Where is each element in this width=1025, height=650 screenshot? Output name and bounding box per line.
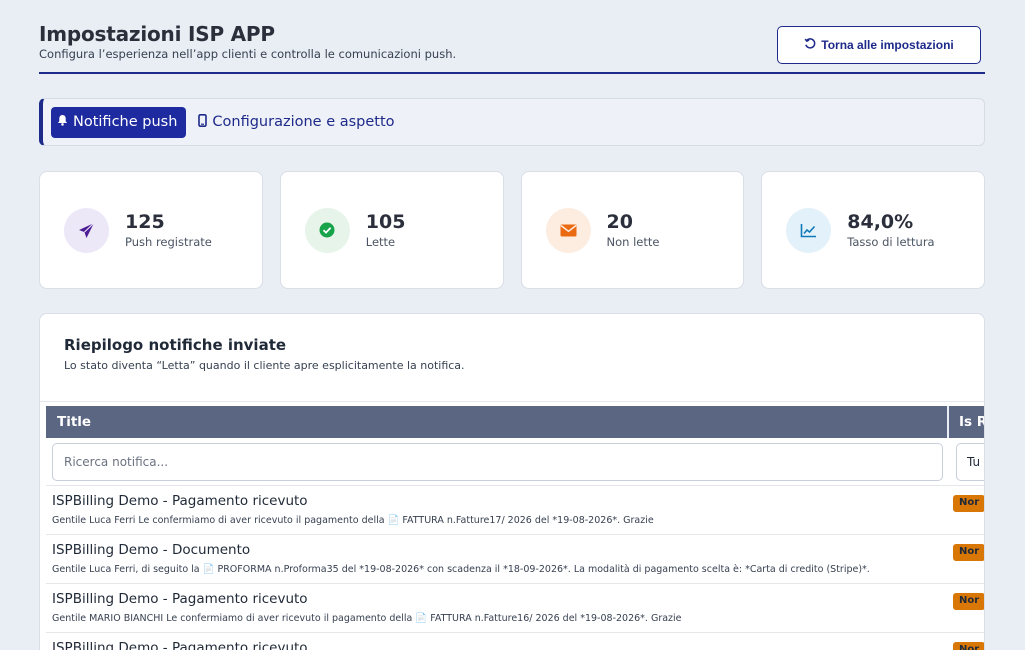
table-row[interactable]: ISPBilling Demo - Pagamento ricevuto Gen… bbox=[46, 584, 984, 633]
table-row[interactable]: ISPBilling Demo - Pagamento ricevuto Nor bbox=[46, 633, 984, 650]
notification-title: ISPBilling Demo - Pagamento ricevuto bbox=[52, 591, 308, 607]
stat-card-read: 105 Lette bbox=[279, 171, 504, 289]
bell-icon bbox=[57, 114, 68, 130]
stat-value: 105 bbox=[365, 211, 406, 233]
table-row[interactable]: ISPBilling Demo - Pagamento ricevuto Gen… bbox=[46, 486, 984, 535]
status-badge: Nor bbox=[953, 544, 984, 561]
rotate-left-icon bbox=[804, 37, 816, 53]
filter-row: Tu bbox=[46, 438, 984, 486]
status-badge: Nor bbox=[953, 495, 984, 512]
mobile-icon bbox=[198, 113, 208, 131]
stat-label: Non lette bbox=[606, 235, 660, 249]
stat-value: 125 bbox=[125, 211, 165, 233]
check-circle-icon bbox=[304, 207, 350, 253]
stat-value: 84,0% bbox=[847, 211, 914, 233]
stat-card-unread: 20 Non lette bbox=[520, 171, 745, 289]
notification-body: Gentile Luca Ferri, di seguito la 📄 PROF… bbox=[52, 564, 870, 575]
notifications-table: Title Is R Tu ISPBilling Demo - Pagament… bbox=[46, 406, 984, 650]
paper-plane-icon bbox=[64, 207, 109, 253]
envelope-icon bbox=[545, 207, 591, 253]
tabs-bar: Notifiche push Configurazione e aspetto bbox=[39, 98, 985, 146]
notification-title: ISPBilling Demo - Pagamento ricevuto bbox=[52, 640, 308, 650]
is-read-filter-select[interactable]: Tu bbox=[956, 442, 984, 481]
status-badge: Nor bbox=[953, 593, 984, 610]
back-to-settings-button[interactable]: Torna alle impostazioni bbox=[777, 26, 981, 64]
notification-body: Gentile Luca Ferri Le confermiamo di ave… bbox=[52, 515, 654, 526]
card-header: Riepilogo notifiche inviate Lo stato div… bbox=[40, 314, 984, 402]
stat-value: 20 bbox=[606, 211, 633, 233]
table-header: Title Is R bbox=[46, 406, 984, 438]
search-input[interactable] bbox=[52, 442, 943, 481]
page-header: Impostazioni ISP APP Configura l’esperie… bbox=[39, 22, 985, 74]
card-subtitle: Lo stato diventa “Letta” quando il clien… bbox=[64, 359, 465, 372]
stat-label: Push registrate bbox=[125, 235, 212, 249]
stat-label: Lette bbox=[365, 235, 396, 249]
stats-row: 125 Push registrate 105 Lette 20 Non let… bbox=[39, 171, 985, 289]
tab-notifiche-push[interactable]: Notifiche push bbox=[51, 106, 187, 138]
chart-line-icon bbox=[786, 207, 832, 253]
notification-title: ISPBilling Demo - Documento bbox=[52, 542, 251, 558]
stat-label: Tasso di lettura bbox=[847, 235, 935, 249]
tab-label: Notifiche push bbox=[73, 114, 178, 130]
status-badge: Nor bbox=[953, 642, 984, 650]
back-button-label: Torna alle impostazioni bbox=[821, 38, 954, 52]
card-title: Riepilogo notifiche inviate bbox=[64, 336, 287, 354]
notification-title: ISPBilling Demo - Pagamento ricevuto bbox=[52, 493, 308, 509]
tab-configurazione-aspetto[interactable]: Configurazione e aspetto bbox=[192, 107, 403, 138]
tab-label: Configurazione e aspetto bbox=[212, 114, 395, 130]
table-row[interactable]: ISPBilling Demo - Documento Gentile Luca… bbox=[46, 535, 984, 584]
column-header-is-read[interactable]: Is R bbox=[949, 406, 984, 438]
stat-card-registered: 125 Push registrate bbox=[39, 171, 263, 289]
column-header-title[interactable]: Title bbox=[46, 406, 949, 438]
stat-card-read-rate: 84,0% Tasso di lettura bbox=[761, 171, 985, 289]
notification-body: Gentile MARIO BIANCHI Le confermiamo di … bbox=[52, 613, 682, 624]
notifications-summary-card: Riepilogo notifiche inviate Lo stato div… bbox=[39, 313, 985, 650]
